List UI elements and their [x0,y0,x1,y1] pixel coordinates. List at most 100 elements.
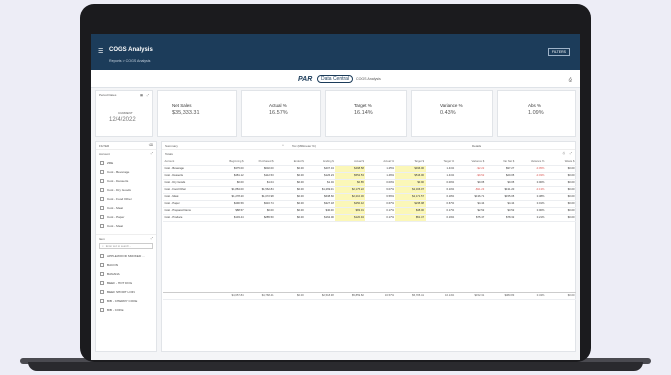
filter-option[interactable]: BIB - CHERRY COKE [96,296,156,305]
table-cell: 1.41% [425,172,456,180]
data-central-pill[interactable]: Data Central [317,75,354,83]
column-header[interactable]: Variance % [515,158,546,166]
filter-option[interactable]: Cost - Meat [96,221,156,230]
filter-option[interactable]: Cost - Desserts [96,176,156,185]
kpi-label: Actual % [269,103,287,108]
table-row[interactable]: Cost - Prepared Items $88.57 $0.00 $0.00 $40… [163,207,576,215]
table-header-row: Account Beginning $ Purchased $ Ended $ Endi… [163,158,576,166]
table-cell: 0.17% [365,207,396,215]
filter-option[interactable]: ZRE [96,158,156,167]
checkbox[interactable] [100,205,104,210]
table-cell: 1.25% [365,165,396,173]
lock-icon[interactable]: ⌂ [282,143,284,147]
checkbox[interactable] [100,169,104,174]
filter-option-label: BANANA [107,271,120,276]
period-label: Period Dates [99,93,117,97]
table-cell: Cost - Food Other [163,186,215,194]
item-list: APPLEWOOD SMOKED ... BACON BANANA BEEF - HO… [96,251,156,314]
checkbox[interactable] [100,223,104,228]
filter-option[interactable]: APPLEWOOD SMOKED ... [96,251,156,260]
checkbox[interactable] [100,196,104,201]
page-title[interactable]: COGS Analysis [109,47,153,53]
item-search-input[interactable]: ⌕ Enter text to search... [99,243,153,249]
column-header[interactable]: Purchased $ [245,158,276,166]
filter-option[interactable]: BANANA [96,269,156,278]
table-cell: 6.56% [365,193,396,201]
filter-option[interactable]: Cost - Meat [96,203,156,212]
filter-option-label: BIB - COKE [107,307,124,312]
filter-option[interactable]: BEEF SHORT LOIN [96,287,156,296]
checkbox[interactable] [100,271,104,276]
checkbox[interactable] [100,298,104,303]
expand-icon[interactable]: ⤢ [147,93,149,97]
share-icon[interactable]: ⎙ [569,77,572,82]
checkbox[interactable] [100,253,104,258]
table-empty-area [162,222,575,292]
checkbox[interactable] [100,280,104,285]
table-row[interactable]: Cost - Food Other $1,884.00 $1,562.84 $0.00… [163,186,576,194]
filters-button[interactable]: FILTERS [547,48,570,56]
table-cell: 0.01% [515,200,546,208]
expand-icon[interactable]: ⤢ [151,151,153,155]
filter-option-label: ZRE [107,160,114,165]
details-label[interactable]: Details [472,144,481,148]
checkbox[interactable] [100,214,104,219]
checkbox[interactable] [100,307,104,312]
column-header[interactable]: Var Net $ [485,158,516,166]
table-row[interactable]: Cost - Desserts $481.12 $112.53 $0.00 $126.2… [163,172,576,180]
column-header[interactable]: Ending $ [305,158,336,166]
breadcrumb[interactable]: Reports > COGS Analysis [109,59,150,63]
column-header[interactable]: Target % [425,158,456,166]
column-header[interactable]: Actual % [365,158,396,166]
search-placeholder: Enter text to search... [105,244,132,248]
table-cell: $120.94 [335,214,366,222]
kpi-net-sales: Net Sales $35,333.31 [157,90,237,137]
table-row[interactable]: Cost - Dry Goods $0.00 $1.04 $0.00 $1.04 $0.8… [163,179,576,187]
expand-icon[interactable]: ⤢ [570,151,572,155]
checkbox[interactable] [100,289,104,294]
checkbox[interactable] [100,262,104,267]
clear-filter-icon[interactable]: ⌫ [149,143,153,147]
column-header[interactable]: Variance $ [455,158,486,166]
column-header[interactable]: Beginning $ [215,158,246,166]
expand-icon[interactable]: ⤢ [151,236,153,240]
filter-option[interactable]: Cost - Dry Goods [96,185,156,194]
total-cell: $0.00 [275,291,306,300]
column-header[interactable]: Ended $ [275,158,306,166]
summary-label[interactable]: Summary [165,144,178,148]
column-header[interactable]: Target $ [395,158,426,166]
filter-option-label: BACON [107,262,119,267]
filter-option[interactable]: BEEF - HOT DOG [96,278,156,287]
table-cell: $496.00 [395,165,426,173]
column-header[interactable]: Account [163,158,215,166]
table-cell: $327.18 [305,200,336,208]
table-row[interactable]: Cost - Produce $103.44 $285.50 $0.00 $162.00… [163,214,576,222]
filter-option[interactable]: Cost - Food Other [96,194,156,203]
checkbox[interactable] [100,160,104,165]
column-header[interactable]: Waste $ [545,158,576,166]
table-cell: $490.59 [215,200,246,208]
table-cell: $2,175.22 [335,186,366,194]
menu-icon[interactable]: ☰ [98,48,103,55]
filter-option[interactable]: BACON [96,260,156,269]
table-cell: $1,269.01 [305,186,336,194]
toc-label[interactable]: Toc (Millimeter %) [292,144,316,148]
table-cell: -$9.52 [455,172,486,180]
total-cell: $383.83 [485,291,516,300]
filter-option[interactable]: Cost - Paper [96,212,156,221]
period-date: 12/4/2022 [109,117,136,123]
period-card[interactable]: Period Dates ▦ ⤢ CURRENT 12/4/2022 [95,90,153,137]
table-cell: $0.00 [545,207,576,215]
table-row[interactable]: Cost - Beverage $375.00 $602.00 $0.00 $407.3… [163,165,576,173]
calendar-icon[interactable]: ▦ [140,93,143,97]
table-cell: $0.00 [545,214,576,222]
print-icon[interactable]: ⎙ [563,151,565,155]
table-cell: 6.18% [425,193,456,201]
table-row[interactable]: Cost - Paper $490.59 $316.74 $0.00 $327.18 $2… [163,200,576,208]
filter-option[interactable]: Cost - Beverage [96,167,156,176]
table-row[interactable]: Cost - Meat $1,278.20 $1,072.98 $0.00 $638.6… [163,193,576,201]
checkbox[interactable] [100,178,104,183]
column-header[interactable]: Actual $ [335,158,366,166]
filter-option[interactable]: BIB - COKE [96,305,156,314]
checkbox[interactable] [100,187,104,192]
